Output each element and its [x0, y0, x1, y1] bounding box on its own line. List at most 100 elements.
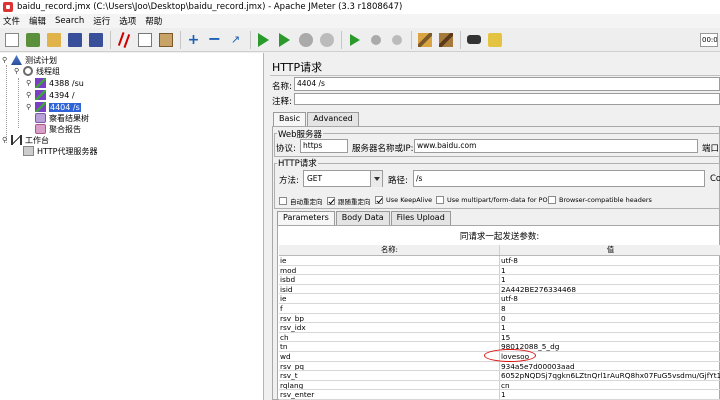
start-button[interactable]	[254, 30, 273, 49]
chevron-down-icon[interactable]	[370, 171, 382, 187]
tree-node-sampler-4388[interactable]: ⚲ 4388 /su	[26, 77, 84, 89]
param-name-cell[interactable]: rsv_t	[279, 371, 500, 380]
menu-options[interactable]: 选项	[119, 15, 136, 27]
param-name-cell[interactable]: tn	[279, 342, 500, 351]
table-row[interactable]: rsv_enter 1	[279, 390, 720, 400]
browser-compatible-checkbox[interactable]: Browser-compatible headers	[548, 196, 652, 204]
param-value-cell[interactable]: cn	[500, 381, 720, 389]
header-name[interactable]: 名称:	[279, 245, 500, 255]
param-name-cell[interactable]: ie	[279, 294, 500, 303]
param-value-cell[interactable]: 15	[500, 333, 720, 341]
menu-search[interactable]: Search	[55, 16, 84, 26]
param-value-cell[interactable]: 1	[500, 275, 720, 283]
table-row[interactable]: isbd 1	[279, 275, 720, 285]
save-as-button[interactable]	[86, 30, 105, 49]
remote-start-button[interactable]	[345, 30, 364, 49]
method-select[interactable]: GET	[303, 170, 383, 187]
param-value-cell[interactable]: 98012088_5_dg	[500, 342, 720, 351]
param-name-cell[interactable]: rsv_pq	[279, 361, 500, 371]
menu-help[interactable]: 帮助	[145, 15, 162, 27]
collapse-button[interactable]: −	[205, 30, 224, 49]
copy-button[interactable]	[135, 30, 154, 49]
table-row[interactable]: f8	[279, 303, 720, 314]
param-value-cell[interactable]: 6052pNQDSj7qgkn6LZtnQrl1rAuRQ8hx07FuG5vs…	[500, 371, 720, 379]
remote-shutdown-button[interactable]	[387, 30, 406, 49]
search-button[interactable]	[464, 30, 483, 49]
reset-search-button[interactable]	[485, 30, 504, 49]
table-row[interactable]: rsv_idx 1	[279, 323, 720, 333]
templates-button[interactable]	[23, 30, 42, 49]
new-button[interactable]	[2, 30, 21, 49]
tree-expand-icon[interactable]: ⚲	[26, 79, 33, 87]
checkbox-box-checked[interactable]	[327, 197, 335, 205]
paste-button[interactable]	[156, 30, 175, 49]
checkbox-box-checked[interactable]	[375, 196, 383, 204]
table-row[interactable]: rqlang cn	[279, 380, 720, 391]
param-name-cell[interactable]: isbd	[279, 275, 500, 284]
param-name-cell[interactable]: f	[279, 303, 500, 313]
toggle-button[interactable]: ↗	[226, 30, 245, 49]
param-name-cell[interactable]: mod	[279, 265, 500, 275]
tree-expand-icon[interactable]: ⚲	[26, 91, 33, 99]
param-name-cell[interactable]: rsv_idx	[279, 323, 500, 332]
stop-button[interactable]	[296, 30, 315, 49]
menu-edit[interactable]: 编辑	[29, 15, 46, 27]
param-name-cell[interactable]: wd	[279, 351, 500, 361]
param-name-cell[interactable]: rsv_bp	[279, 313, 500, 323]
clear-all-button[interactable]	[436, 30, 455, 49]
checkbox-box[interactable]	[279, 197, 287, 205]
path-input[interactable]: /s	[413, 170, 705, 187]
param-value-cell[interactable]: 934a5e7d00003aad	[500, 362, 720, 370]
tab-body-data[interactable]: Body Data	[335, 211, 390, 225]
tab-basic[interactable]: Basic	[273, 112, 307, 126]
menu-run[interactable]: 运行	[93, 15, 110, 27]
tree-node-thread-group[interactable]: ⚲ 线程组	[14, 65, 60, 77]
param-name-cell[interactable]: rsv_enter	[279, 390, 500, 399]
table-row[interactable]: ie utf-8	[279, 294, 720, 304]
param-name-cell[interactable]: ch	[279, 332, 500, 342]
param-value-cell[interactable]: 8	[500, 304, 720, 312]
checkbox-box[interactable]	[548, 196, 556, 204]
comment-input[interactable]	[294, 93, 720, 105]
table-row[interactable]: ch 15	[279, 332, 720, 343]
table-row[interactable]: rsv_pq 934a5e7d00003aad	[279, 361, 720, 372]
table-row[interactable]: rsv_t 6052pNQDSj7qgkn6LZtnQrl1rAuRQ8hx07F…	[279, 371, 720, 381]
param-name-cell[interactable]: isid	[279, 284, 500, 294]
param-value-cell[interactable]: 1	[500, 390, 720, 399]
cut-button[interactable]	[114, 30, 133, 49]
param-value-cell[interactable]: 2A442BE276334468	[500, 285, 720, 293]
param-value-cell[interactable]: utf-8	[500, 294, 720, 303]
name-input[interactable]: 4404 /s	[294, 77, 720, 91]
multipart-checkbox[interactable]: Use multipart/form-data for POST	[436, 196, 556, 204]
param-name-cell[interactable]: ie	[279, 256, 500, 265]
tree-node-proxy-server[interactable]: HTTP代理服务器	[23, 145, 97, 157]
tree-expand-icon[interactable]: ⚲	[2, 136, 9, 144]
param-value-cell[interactable]: 0	[500, 314, 720, 322]
expand-button[interactable]: +	[184, 30, 203, 49]
start-no-pause-button[interactable]	[275, 30, 294, 49]
tree-expand-icon[interactable]: ⚲	[2, 56, 9, 64]
save-button[interactable]	[65, 30, 84, 49]
param-value-cell[interactable]: 1	[500, 323, 720, 331]
tree-node-sampler-4394[interactable]: ⚲ 4394 /	[26, 89, 75, 101]
tab-parameters[interactable]: Parameters	[277, 211, 335, 225]
table-row[interactable]: isid 2A442BE276334468	[279, 284, 720, 295]
param-value-cell[interactable]: 1	[500, 266, 720, 274]
param-name-cell[interactable]: rqlang	[279, 380, 500, 390]
shutdown-button[interactable]	[317, 30, 336, 49]
checkbox-box[interactable]	[436, 196, 444, 204]
table-row[interactable]: mod 1	[279, 265, 720, 276]
open-button[interactable]	[44, 30, 63, 49]
follow-redirects-checkbox[interactable]: 跟随重定向	[327, 196, 371, 206]
tree-expand-icon[interactable]: ⚲	[14, 67, 21, 75]
clear-button[interactable]	[415, 30, 434, 49]
server-input[interactable]: www.baidu.com	[414, 139, 698, 153]
protocol-input[interactable]: https	[300, 139, 348, 153]
table-row[interactable]: ie utf-8	[279, 256, 720, 266]
auto-redirect-checkbox[interactable]: 自动重定向	[279, 196, 323, 206]
tab-advanced[interactable]: Advanced	[307, 112, 359, 126]
table-row[interactable]: rsv_bp 0	[279, 313, 720, 324]
keepalive-checkbox[interactable]: Use KeepAlive	[375, 196, 432, 204]
tree-expand-icon[interactable]: ⚲	[26, 103, 33, 111]
menu-file[interactable]: 文件	[3, 15, 20, 27]
